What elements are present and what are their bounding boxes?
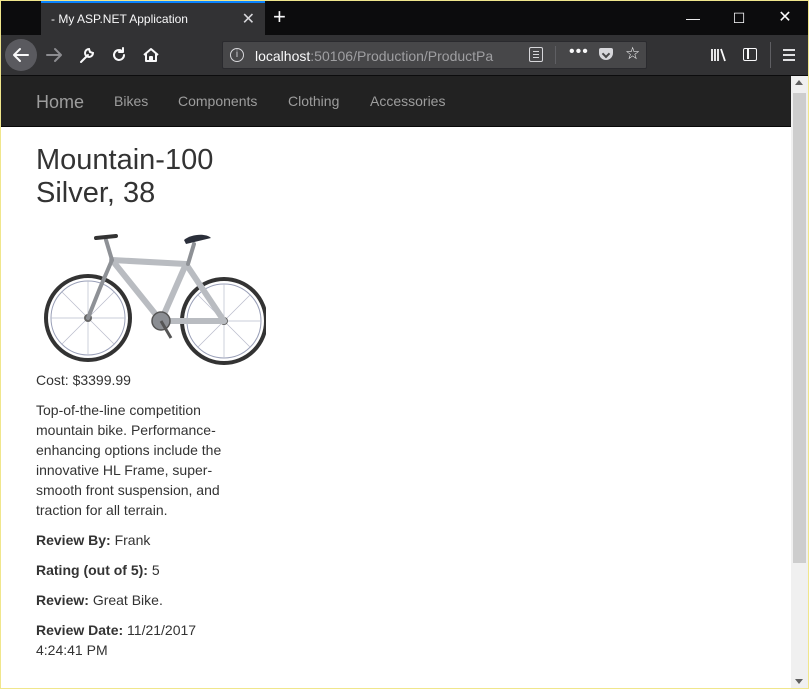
- nav-link-clothing[interactable]: Clothing: [288, 93, 339, 109]
- menu-button[interactable]: [774, 40, 804, 70]
- reload-button[interactable]: [104, 40, 134, 70]
- product-cost: Cost: $3399.99: [36, 372, 131, 388]
- review-value: Great Bike.: [92, 592, 163, 608]
- forward-button[interactable]: [39, 40, 69, 70]
- bookmark-star-icon[interactable]: ☆: [625, 44, 640, 64]
- home-icon: [143, 48, 159, 62]
- tab-close-icon[interactable]: ✕: [242, 9, 255, 29]
- url-host: localhost: [255, 48, 311, 64]
- product-image: [36, 226, 268, 366]
- sidebar-icon: [743, 48, 757, 61]
- scroll-up-arrow-icon[interactable]: [795, 80, 803, 85]
- page-actions-icon[interactable]: •••: [569, 43, 589, 61]
- library-icon: [711, 48, 726, 62]
- nav-link-bikes[interactable]: Bikes: [114, 93, 148, 109]
- url-separator: [555, 46, 556, 64]
- reload-icon: [113, 47, 125, 61]
- review-by-value: Frank: [114, 532, 151, 548]
- hamburger-menu-icon: [783, 49, 795, 61]
- close-window-button[interactable]: ✕: [762, 1, 808, 35]
- nav-link-accessories[interactable]: Accessories: [370, 93, 445, 109]
- minimize-button[interactable]: —: [670, 1, 716, 35]
- home-link[interactable]: Home: [36, 92, 84, 113]
- page-viewport: Home Bikes Components Clothing Accessori…: [1, 76, 791, 688]
- tab-title: - My ASP.NET Application: [51, 12, 188, 26]
- vertical-scrollbar[interactable]: [791, 76, 808, 688]
- review-label: Review:: [36, 592, 89, 608]
- forward-arrow-icon: [46, 48, 62, 62]
- maximize-button[interactable]: ☐: [716, 1, 762, 35]
- product-title: Mountain-100 Silver, 38: [36, 144, 214, 209]
- pocket-icon[interactable]: [599, 48, 613, 60]
- library-button[interactable]: [704, 40, 734, 70]
- site-info-icon[interactable]: i: [230, 48, 244, 62]
- home-button[interactable]: [136, 40, 166, 70]
- product-description: Top-of-the-line competition mountain bik…: [36, 402, 222, 518]
- rating: Rating (out of 5): 5: [36, 560, 236, 580]
- review: Review: Great Bike.: [36, 590, 236, 610]
- review-date: Review Date: 11/21/2017 4:24:41 PM: [36, 620, 236, 660]
- tab-bar: - My ASP.NET Application ✕ + — ☐ ✕: [1, 1, 808, 35]
- scrollbar-thumb[interactable]: [793, 93, 806, 563]
- review-date-label: Review Date:: [36, 622, 124, 638]
- nav-toolbar: i localhost:50106/Production/ProductPa •…: [1, 35, 808, 76]
- developer-tools-button[interactable]: [72, 40, 102, 70]
- bicycle-icon: [44, 234, 268, 365]
- rating-value: 5: [151, 562, 160, 578]
- back-button[interactable]: [5, 39, 37, 71]
- scroll-down-arrow-icon[interactable]: [795, 679, 803, 684]
- review-by: Review By: Frank: [36, 530, 236, 550]
- rating-label: Rating (out of 5):: [36, 562, 148, 578]
- site-navbar: Home Bikes Components Clothing Accessori…: [1, 76, 791, 127]
- back-arrow-icon: [13, 48, 29, 62]
- browser-window: - My ASP.NET Application ✕ + — ☐ ✕ i loc…: [0, 0, 809, 689]
- reader-view-icon[interactable]: [529, 47, 543, 62]
- new-tab-button[interactable]: +: [273, 5, 286, 29]
- toolbar-separator: [770, 42, 771, 68]
- url-path: :50106/Production/ProductPa: [310, 48, 494, 64]
- url-text[interactable]: localhost:50106/Production/ProductPa: [255, 48, 495, 64]
- sidebar-toggle-button[interactable]: [735, 40, 765, 70]
- browser-tab[interactable]: - My ASP.NET Application ✕: [41, 1, 265, 35]
- product-details: Mountain-100 Silver, 38 Cost: $3399.99 T…: [36, 144, 268, 660]
- wrench-icon: [80, 47, 95, 63]
- address-bar[interactable]: i localhost:50106/Production/ProductPa •…: [222, 41, 647, 69]
- review-by-label: Review By:: [36, 532, 111, 548]
- nav-link-components[interactable]: Components: [178, 93, 257, 109]
